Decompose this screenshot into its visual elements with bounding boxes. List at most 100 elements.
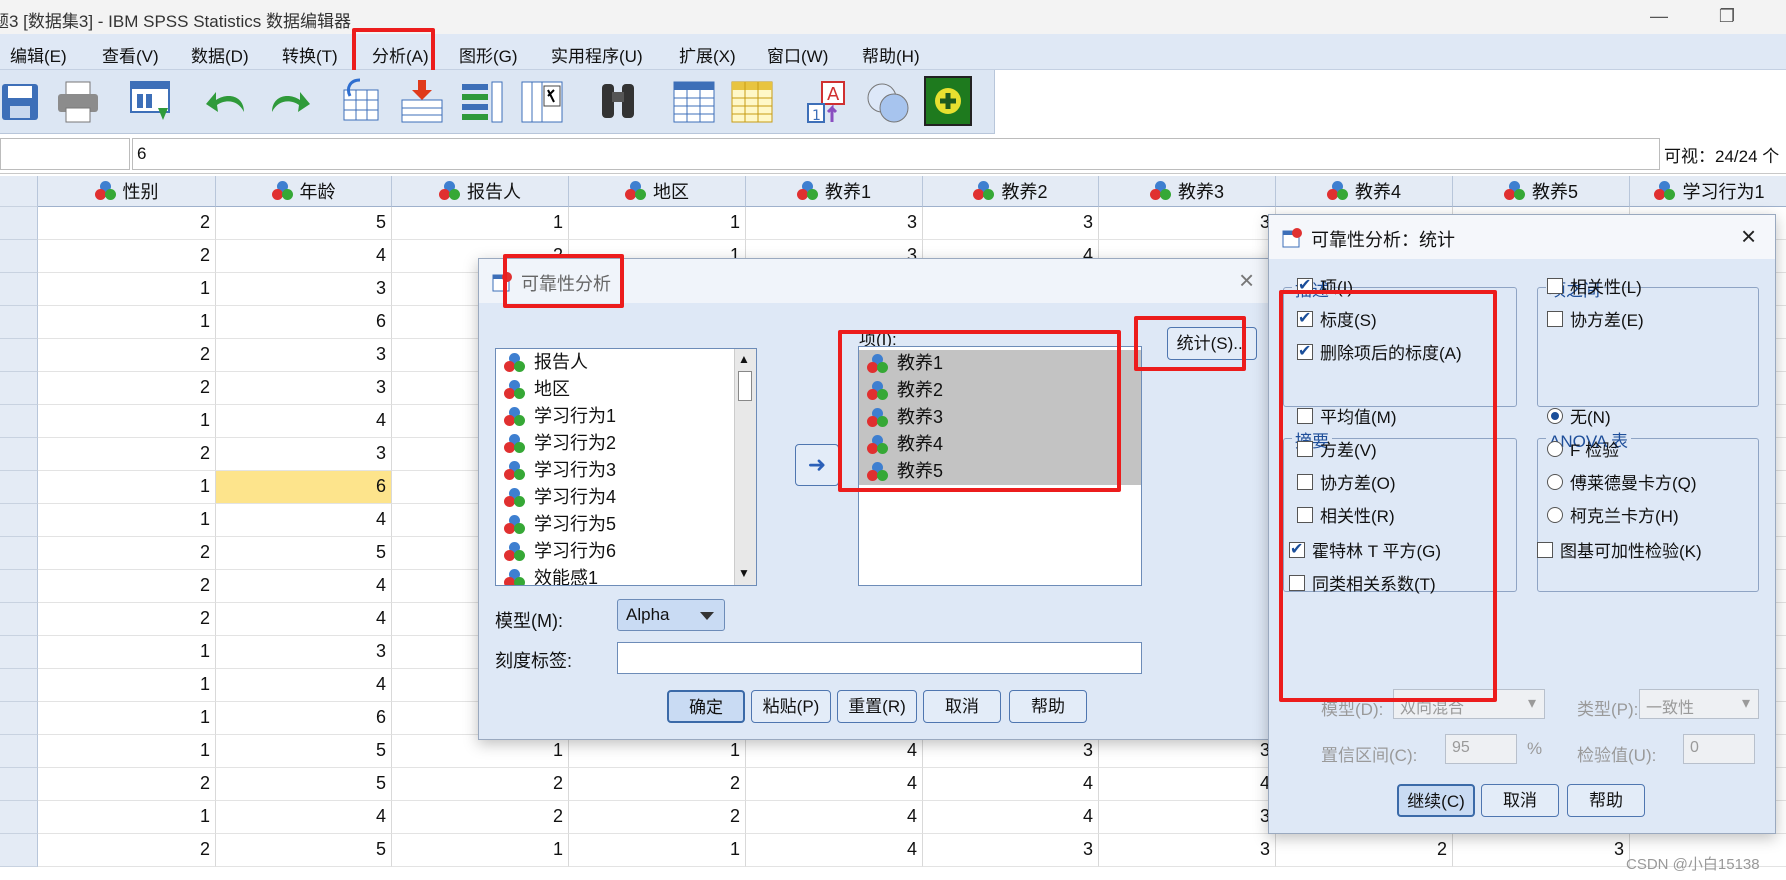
- minimize-button[interactable]: —: [1636, 2, 1682, 32]
- table-cell[interactable]: 3: [1099, 207, 1276, 240]
- table-cell[interactable]: 4: [216, 405, 392, 438]
- table-cell[interactable]: 2: [38, 372, 216, 405]
- anova-option[interactable]: 柯克兰卡方(H): [1547, 502, 1679, 527]
- row-header[interactable]: [0, 240, 38, 273]
- menu-view[interactable]: 查看(V): [102, 42, 159, 67]
- table-cell[interactable]: 4: [746, 834, 923, 867]
- variables-icon[interactable]: [458, 78, 506, 126]
- row-header[interactable]: [0, 405, 38, 438]
- list-item[interactable]: 学习行为4: [496, 484, 756, 511]
- model-select[interactable]: Alpha: [617, 599, 725, 631]
- table-cell[interactable]: 1: [392, 207, 569, 240]
- column-header[interactable]: 教养3: [1099, 176, 1276, 207]
- cell-value-input[interactable]: 6: [132, 138, 1660, 170]
- table-cell[interactable]: 2: [392, 768, 569, 801]
- table-cell[interactable]: 1: [38, 306, 216, 339]
- table-cell[interactable]: 1: [38, 405, 216, 438]
- menu-extensions[interactable]: 扩展(X): [679, 42, 736, 67]
- table-cell[interactable]: 1: [392, 834, 569, 867]
- list-item[interactable]: 报告人: [496, 349, 756, 376]
- row-header[interactable]: [0, 306, 38, 339]
- row-header[interactable]: [0, 669, 38, 702]
- table-cell[interactable]: 3: [1453, 834, 1630, 867]
- menu-graphs[interactable]: 图形(G): [459, 42, 518, 67]
- goto-case-icon[interactable]: [340, 78, 388, 126]
- continue-button[interactable]: 继续(C): [1397, 784, 1475, 817]
- list-item[interactable]: 学习行为1: [496, 403, 756, 430]
- table-cell[interactable]: 2: [1276, 834, 1453, 867]
- table-cell[interactable]: 4: [923, 801, 1099, 834]
- table-cell[interactable]: 4: [216, 801, 392, 834]
- table-cell[interactable]: 6: [216, 471, 392, 504]
- table-cell[interactable]: 3: [923, 207, 1099, 240]
- table-cell[interactable]: 3: [746, 207, 923, 240]
- table-cell[interactable]: 2: [38, 768, 216, 801]
- row-header[interactable]: [0, 801, 38, 834]
- radio-button[interactable]: [1547, 506, 1563, 523]
- table-cell[interactable]: 3: [216, 372, 392, 405]
- table-cell[interactable]: 4: [216, 570, 392, 603]
- column-header[interactable]: 教养1: [746, 176, 923, 207]
- table-cell[interactable]: 5: [216, 735, 392, 768]
- save-icon[interactable]: [0, 78, 48, 126]
- source-variable-list[interactable]: 报告人 地区 学习行为1 学习行为2 学习行为3 学习行为4 学习行为5 学习行为6 效能感1 …: [495, 348, 757, 586]
- source-list-scrollbar[interactable]: ▲ ▼: [734, 349, 756, 585]
- row-header[interactable]: [0, 834, 38, 867]
- inter-item-option[interactable]: 相关性(L): [1547, 273, 1642, 298]
- ok-button[interactable]: 确定: [667, 690, 745, 723]
- row-header[interactable]: [0, 207, 38, 240]
- menu-help[interactable]: 帮助(H): [862, 42, 920, 67]
- row-header[interactable]: [0, 768, 38, 801]
- table-cell[interactable]: 1: [38, 471, 216, 504]
- help-button[interactable]: 帮助: [1009, 690, 1087, 723]
- list-item[interactable]: 效能感1: [496, 565, 756, 585]
- table-cell[interactable]: 2: [38, 537, 216, 570]
- table-cell[interactable]: 1: [38, 273, 216, 306]
- table-cell[interactable]: 5: [216, 207, 392, 240]
- radio-button[interactable]: [1547, 473, 1563, 490]
- table-cell[interactable]: 4: [216, 504, 392, 537]
- table-cell[interactable]: 2: [392, 801, 569, 834]
- row-header[interactable]: [0, 537, 38, 570]
- tukey-option[interactable]: 图基可加性检验(K): [1537, 537, 1702, 562]
- menu-utilities[interactable]: 实用程序(U): [551, 42, 643, 67]
- anova-option[interactable]: 无(N): [1547, 403, 1611, 428]
- table-cell[interactable]: 2: [38, 438, 216, 471]
- insert-variable-icon[interactable]: [728, 78, 776, 126]
- list-item[interactable]: 学习行为2: [496, 430, 756, 457]
- cancel-button[interactable]: 取消: [1481, 784, 1559, 817]
- table-cell[interactable]: 6: [216, 306, 392, 339]
- column-header[interactable]: 地区: [569, 176, 746, 207]
- close-icon[interactable]: ×: [1741, 223, 1756, 249]
- table-cell[interactable]: 1: [569, 834, 746, 867]
- table-cell[interactable]: 3: [216, 636, 392, 669]
- table-cell[interactable]: 4: [216, 240, 392, 273]
- column-header[interactable]: 学习行为1: [1630, 176, 1786, 207]
- table-cell[interactable]: 3: [1099, 834, 1276, 867]
- anova-option[interactable]: 傅莱德曼卡方(Q): [1547, 469, 1697, 494]
- select-cases-icon[interactable]: [864, 78, 912, 126]
- goto-variable-icon[interactable]: [398, 78, 446, 126]
- move-arrow-button[interactable]: ➜: [795, 444, 839, 486]
- menu-transform[interactable]: 转换(T): [282, 42, 338, 67]
- menu-window[interactable]: 窗口(W): [767, 42, 828, 67]
- table-cell[interactable]: 5: [216, 768, 392, 801]
- column-header[interactable]: 年龄: [216, 176, 392, 207]
- table-cell[interactable]: 2: [38, 339, 216, 372]
- corner-cell[interactable]: [0, 176, 38, 207]
- table-cell[interactable]: 3: [1099, 801, 1276, 834]
- scale-label-input[interactable]: [617, 642, 1142, 674]
- table-cell[interactable]: 1: [38, 504, 216, 537]
- radio-button[interactable]: [1547, 440, 1563, 457]
- anova-option[interactable]: F 检验: [1547, 436, 1619, 461]
- table-cell[interactable]: 2: [569, 801, 746, 834]
- column-header[interactable]: 教养4: [1276, 176, 1453, 207]
- row-header[interactable]: [0, 339, 38, 372]
- table-cell[interactable]: 4: [1099, 768, 1276, 801]
- row-header[interactable]: [0, 735, 38, 768]
- radio-button[interactable]: [1547, 407, 1563, 424]
- redo-icon[interactable]: [264, 78, 312, 126]
- table-cell[interactable]: 4: [746, 768, 923, 801]
- column-header[interactable]: 报告人: [392, 176, 569, 207]
- list-item[interactable]: 学习行为3: [496, 457, 756, 484]
